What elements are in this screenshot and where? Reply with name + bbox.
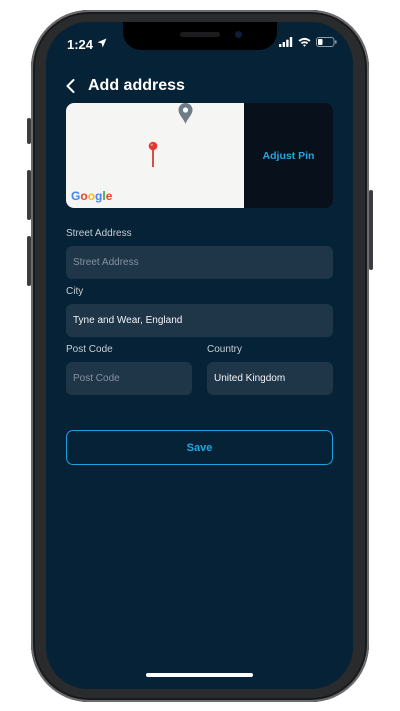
country-value: United Kingdom bbox=[214, 373, 286, 384]
map-card: Google Adjust Pin bbox=[66, 103, 333, 208]
city-value: Tyne and Wear, England bbox=[73, 315, 183, 326]
post-code-input[interactable]: Post Code bbox=[66, 362, 192, 395]
grey-map-pin-icon bbox=[178, 103, 193, 124]
power-button bbox=[369, 190, 373, 270]
red-map-pin-icon bbox=[148, 141, 158, 167]
screen: 1:24 Add address Google Adjust Pin Stree… bbox=[46, 22, 353, 689]
city-input[interactable]: Tyne and Wear, England bbox=[66, 304, 333, 337]
google-logo: Google bbox=[71, 189, 113, 203]
city-label: City bbox=[66, 286, 84, 297]
camera bbox=[235, 31, 242, 38]
post-code-label: Post Code bbox=[66, 344, 113, 355]
page-title: Add address bbox=[88, 77, 185, 94]
status-time: 1:24 bbox=[67, 37, 94, 52]
chevron-left-icon bbox=[66, 79, 75, 93]
status-icons bbox=[279, 37, 337, 47]
wifi-icon bbox=[298, 37, 311, 47]
back-button[interactable] bbox=[66, 76, 80, 96]
signal-icon bbox=[279, 37, 293, 47]
country-label: Country bbox=[207, 344, 243, 355]
notch bbox=[123, 22, 277, 50]
speaker bbox=[180, 32, 220, 37]
header: Add address bbox=[66, 74, 185, 98]
home-indicator[interactable] bbox=[146, 673, 253, 677]
location-arrow-icon bbox=[97, 38, 107, 48]
country-select[interactable]: United Kingdom bbox=[207, 362, 333, 395]
street-address-placeholder: Street Address bbox=[73, 257, 139, 268]
map-view[interactable]: Google bbox=[66, 103, 244, 208]
battery-icon bbox=[316, 37, 337, 47]
adjust-pin-button[interactable]: Adjust Pin bbox=[244, 103, 333, 208]
save-button[interactable]: Save bbox=[66, 430, 333, 465]
post-code-placeholder: Post Code bbox=[73, 373, 120, 384]
street-address-input[interactable]: Street Address bbox=[66, 246, 333, 279]
street-address-label: Street Address bbox=[66, 228, 132, 239]
